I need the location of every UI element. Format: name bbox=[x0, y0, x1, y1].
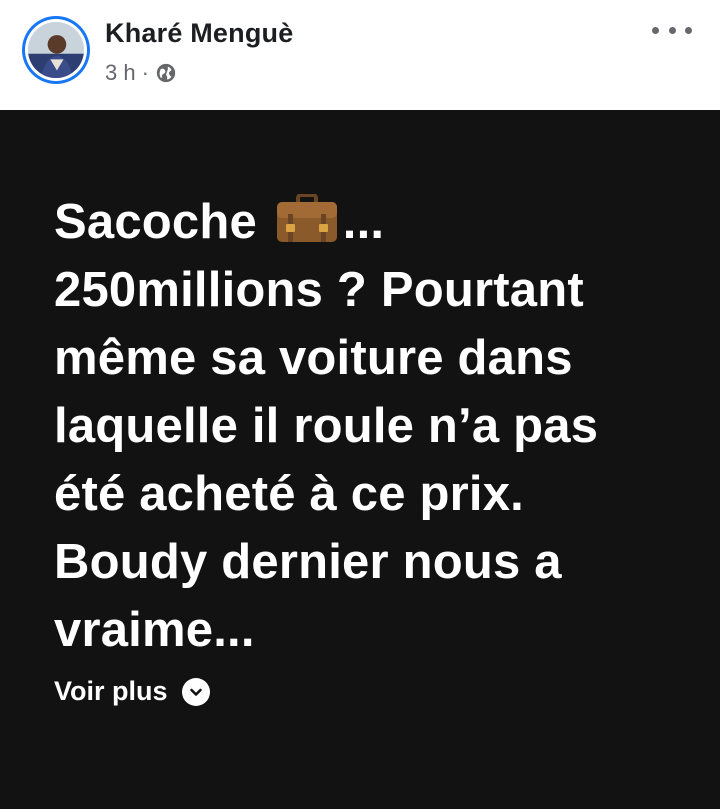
post-text-start: Sacoche bbox=[54, 195, 271, 249]
avatar-photo bbox=[28, 22, 84, 78]
post-content: Sacoche ... 250millions ? Pourtant même … bbox=[0, 110, 720, 809]
see-more-button[interactable]: Voir plus bbox=[54, 676, 210, 707]
more-dot bbox=[668, 26, 676, 34]
post-text-ellipsis: ... bbox=[342, 195, 385, 249]
more-dot bbox=[652, 26, 659, 34]
author-name[interactable]: Kharé Menguè bbox=[105, 18, 293, 49]
post-header: Kharé Menguè 3 h · bbox=[0, 0, 720, 110]
chevron-down-icon[interactable] bbox=[181, 677, 210, 706]
post-text-rest: 250millions ? Pourtant même sa voiture d… bbox=[54, 263, 599, 657]
post-meta: 3 h · bbox=[105, 60, 177, 86]
avatar-image bbox=[28, 22, 84, 78]
briefcase-icon bbox=[276, 194, 337, 242]
more-options-button[interactable] bbox=[652, 18, 692, 42]
author-avatar[interactable] bbox=[22, 16, 90, 84]
see-more-label: Voir plus bbox=[54, 676, 168, 706]
meta-separator: · bbox=[141, 60, 149, 85]
globe-icon[interactable] bbox=[155, 62, 177, 84]
more-dot bbox=[685, 26, 692, 34]
post-text: Sacoche ... 250millions ? Pourtant même … bbox=[54, 188, 694, 664]
post-time[interactable]: 3 h bbox=[105, 60, 136, 86]
